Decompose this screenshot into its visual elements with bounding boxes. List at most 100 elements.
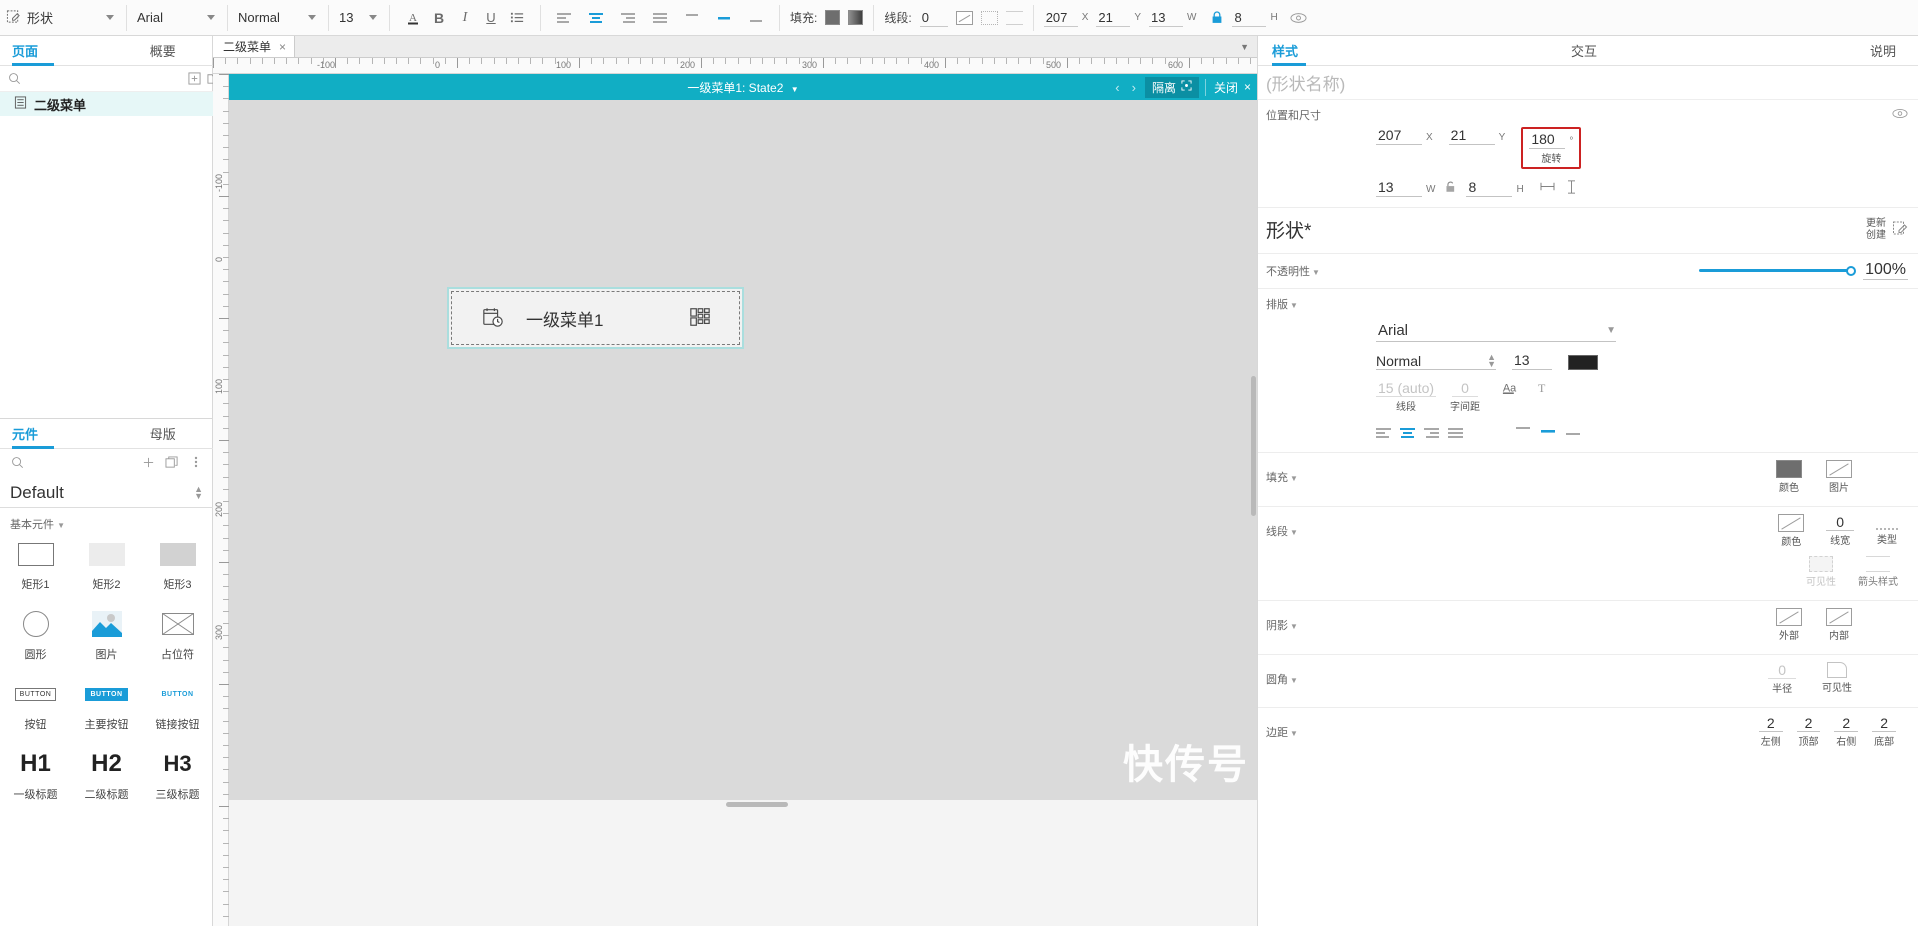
tab-masters[interactable]: 母版 (113, 419, 214, 448)
outer-shadow-icon[interactable] (1776, 608, 1802, 626)
design-canvas[interactable]: 一级菜单1 快传号 (229, 100, 1257, 800)
horizontal-scroll-thumb[interactable] (726, 802, 788, 807)
outer-shadow-control[interactable]: 外部 (1776, 608, 1802, 642)
edit-style-icon[interactable] (1892, 220, 1908, 239)
duplicate-library-icon[interactable] (163, 453, 181, 471)
isolate-button[interactable]: 隔离 (1144, 76, 1199, 98)
y-input[interactable] (1096, 8, 1131, 27)
fit-height-icon[interactable] (1565, 179, 1578, 197)
line-type-icon[interactable] (1876, 514, 1898, 530)
pages-search-input[interactable] (27, 71, 182, 86)
create-label[interactable]: 创建 (1866, 230, 1886, 241)
valign-top-icon[interactable] (1515, 425, 1531, 440)
vertical-scroll-thumb[interactable] (1251, 376, 1256, 516)
opacity-slider[interactable] (1699, 264, 1857, 278)
widget-item-h1[interactable]: H1 一级标题 (0, 748, 71, 802)
padding-right-control[interactable]: 2 右侧 (1834, 715, 1859, 748)
font-family-select[interactable]: Arial (137, 7, 217, 29)
widget-item-h2[interactable]: H2 二级标题 (71, 748, 142, 802)
x-input[interactable] (1376, 127, 1422, 145)
h-input[interactable] (1466, 179, 1513, 197)
widget-section-title[interactable]: 基本元件 ▼ (0, 508, 213, 536)
eye-icon[interactable] (1286, 5, 1312, 31)
h-field[interactable]: H (1232, 8, 1283, 27)
font-weight-select[interactable]: Normal ▲ ▼ (1376, 353, 1496, 370)
corner-visibility-control[interactable]: 可见性 (1822, 662, 1852, 695)
arrow-style-control[interactable]: 箭头样式 (1858, 556, 1898, 588)
font-family-select[interactable]: Arial ▼ (1376, 320, 1616, 342)
w-input[interactable] (1376, 179, 1422, 197)
y-field[interactable]: Y (1096, 8, 1147, 27)
tab-widgets[interactable]: 元件 (0, 419, 113, 449)
fill-image-control[interactable]: 图片 (1826, 460, 1852, 494)
underline-icon[interactable]: U (478, 5, 504, 31)
x-field[interactable]: X (1376, 127, 1433, 145)
valign-top-icon[interactable] (679, 5, 705, 31)
lock-icon[interactable] (1204, 5, 1230, 31)
padding-title[interactable]: 边距 ▼ (1266, 724, 1298, 740)
line-type-icon[interactable] (980, 10, 998, 25)
x-input[interactable] (1043, 8, 1078, 27)
close-icon[interactable]: × (279, 40, 286, 54)
tab-outline[interactable]: 概要 (113, 36, 214, 65)
chevron-down-icon[interactable] (308, 15, 316, 20)
search-icon[interactable] (8, 70, 21, 88)
opacity-title[interactable]: 不透明性 ▼ (1266, 263, 1320, 279)
w-field[interactable]: W (1376, 179, 1435, 197)
inner-shadow-control[interactable]: 内部 (1826, 608, 1852, 642)
align-justify-icon[interactable] (1448, 427, 1463, 438)
widget-item-rect2[interactable]: 矩形2 (71, 538, 142, 592)
align-justify-icon[interactable] (647, 5, 673, 31)
widget-item-button[interactable]: BUTTON 按钮 (0, 678, 71, 732)
prev-state-icon[interactable]: ‹ (1112, 80, 1122, 95)
line-visibility-control[interactable]: 可见性 (1806, 556, 1836, 588)
horizontal-scrollbar[interactable] (229, 800, 1257, 808)
arrow-style-icon[interactable] (1866, 556, 1890, 572)
chevron-down-icon[interactable]: ▼ (791, 85, 799, 94)
search-icon[interactable] (8, 453, 26, 471)
line-title[interactable]: 线段 ▼ (1266, 523, 1298, 539)
tabstrip-overflow[interactable]: ▼ (1240, 36, 1257, 57)
fit-width-icon[interactable] (1540, 180, 1555, 196)
shape-name-field[interactable]: (形状名称) (1258, 66, 1918, 100)
library-spin-icon[interactable]: ▲ ▼ (194, 485, 203, 501)
tab-interactions[interactable]: 交互 (1480, 36, 1688, 65)
line-width-input[interactable] (919, 8, 948, 27)
widget-item-primary-button[interactable]: BUTTON 主要按钮 (71, 678, 142, 732)
opacity-value[interactable]: 100% (1863, 261, 1908, 280)
fill-color-swatch[interactable] (1776, 460, 1802, 478)
shadow-title[interactable]: 阴影 ▼ (1266, 617, 1298, 633)
y-input[interactable] (1448, 127, 1495, 145)
library-selector[interactable]: Default ▲ ▼ (0, 475, 213, 508)
bold-icon[interactable]: B (426, 5, 452, 31)
line-type-control[interactable]: 类型 (1876, 514, 1898, 548)
line-spacing-field[interactable]: 15 (auto) 线段 (1376, 380, 1437, 413)
tab-pages[interactable]: 页面 (0, 36, 113, 66)
line-width-field[interactable] (919, 8, 948, 27)
valign-middle-icon[interactable] (1540, 425, 1556, 440)
page-tree-item[interactable]: 二级菜单 (0, 92, 213, 116)
font-size-select[interactable]: 13 (339, 7, 379, 29)
w-input[interactable] (1149, 8, 1184, 27)
align-center-icon[interactable] (583, 5, 609, 31)
text-decoration-icon[interactable]: T (1536, 380, 1550, 399)
font-weight-select[interactable]: Normal (238, 7, 318, 29)
fill-image-icon[interactable] (1826, 460, 1852, 478)
font-size-input[interactable] (1512, 352, 1552, 370)
library-menu-icon[interactable] (187, 453, 205, 471)
selected-widget[interactable]: 一级菜单1 (447, 287, 744, 349)
vertical-scrollbar[interactable] (1249, 376, 1257, 516)
arrow-style-icon[interactable] (1005, 10, 1023, 25)
typography-title[interactable]: 排版 ▼ (1266, 296, 1298, 312)
add-page-icon[interactable] (188, 70, 201, 88)
inner-shadow-icon[interactable] (1826, 608, 1852, 626)
shape-type-select[interactable]: 形状 (6, 7, 116, 29)
corner-radius-control[interactable]: 0 半径 (1768, 662, 1796, 695)
y-field[interactable]: Y (1448, 127, 1505, 145)
font-color-swatch[interactable] (1568, 355, 1598, 370)
letter-spacing-field[interactable]: 0 字间距 (1450, 380, 1480, 413)
widget-item-link-button[interactable]: BUTTON 链接按钮 (142, 678, 213, 732)
fill-title[interactable]: 填充 ▼ (1266, 469, 1298, 485)
valign-middle-icon[interactable] (711, 5, 737, 31)
document-tab[interactable]: 二级菜单 × (213, 36, 296, 57)
